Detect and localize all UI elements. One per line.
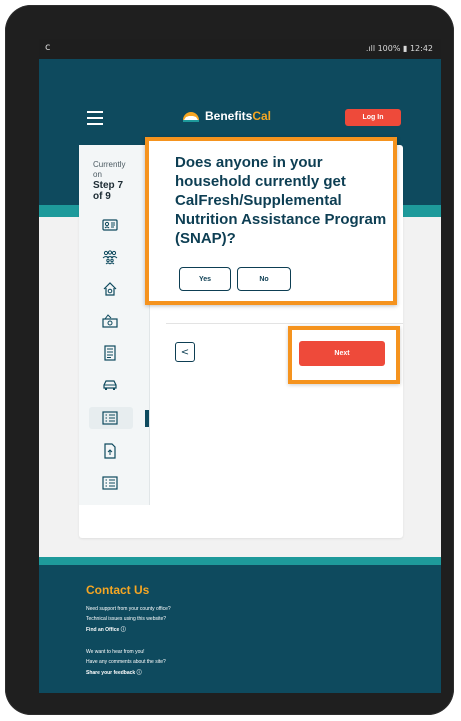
tablet-frame: c .ıll 100% ▮ 12:42 BenefitsCal Log In C… xyxy=(5,5,454,715)
menu-icon[interactable] xyxy=(87,111,103,125)
chevron-left-icon: < xyxy=(180,346,190,358)
logo-benefits: Benefits xyxy=(205,109,253,123)
screen: c .ıll 100% ▮ 12:42 BenefitsCal Log In C… xyxy=(39,39,441,693)
question-text: Does anyone in your household currently … xyxy=(175,154,387,247)
login-button[interactable]: Log In xyxy=(345,109,401,126)
list-icon[interactable] xyxy=(102,410,118,426)
checklist-icon[interactable] xyxy=(102,475,118,491)
active-step-marker xyxy=(145,410,149,427)
footer-line-1: Need support from your county office? xyxy=(86,606,171,612)
logo-cal: Cal xyxy=(252,109,272,123)
question-highlight-box: Does anyone in your household currently … xyxy=(145,137,397,305)
house-icon[interactable] xyxy=(102,281,118,297)
share-feedback-link[interactable]: Share your feedback ⓘ xyxy=(86,669,142,676)
next-button[interactable]: Next xyxy=(299,341,385,366)
id-card-icon[interactable] xyxy=(102,217,118,233)
progress-currently: Currently xyxy=(93,160,126,169)
divider xyxy=(166,323,403,324)
benefitscal-logo[interactable]: BenefitsCal xyxy=(181,108,271,124)
bear-sun-icon xyxy=(183,112,199,122)
footer-teal-band xyxy=(39,557,441,565)
contact-us-title: Contact Us xyxy=(86,583,150,597)
find-office-link[interactable]: Find an Office ⓘ xyxy=(86,626,126,633)
upload-file-icon[interactable] xyxy=(102,443,118,459)
footer-line-4: Have any comments about the site? xyxy=(86,659,166,665)
status-left-icon: c xyxy=(45,42,51,53)
status-right-info: .ıll 100% ▮ 12:42 xyxy=(365,44,433,53)
footer-line-3: We want to hear from you! xyxy=(86,649,145,655)
money-icon[interactable] xyxy=(102,313,118,329)
progress-step: Step 7 xyxy=(93,180,124,191)
progress-of: of 9 xyxy=(93,191,111,202)
footer-line-2: Technical issues using this website? xyxy=(86,616,167,622)
people-icon[interactable] xyxy=(102,249,118,265)
yes-button[interactable]: Yes xyxy=(179,267,231,291)
car-icon[interactable] xyxy=(102,377,118,393)
status-bar: c .ıll 100% ▮ 12:42 xyxy=(39,39,441,59)
no-button[interactable]: No xyxy=(237,267,291,291)
document-icon[interactable] xyxy=(102,345,118,361)
progress-on: on xyxy=(93,170,102,179)
progress-label: Currently on Step 7 of 9 xyxy=(93,160,125,202)
back-button[interactable]: < xyxy=(175,342,195,362)
